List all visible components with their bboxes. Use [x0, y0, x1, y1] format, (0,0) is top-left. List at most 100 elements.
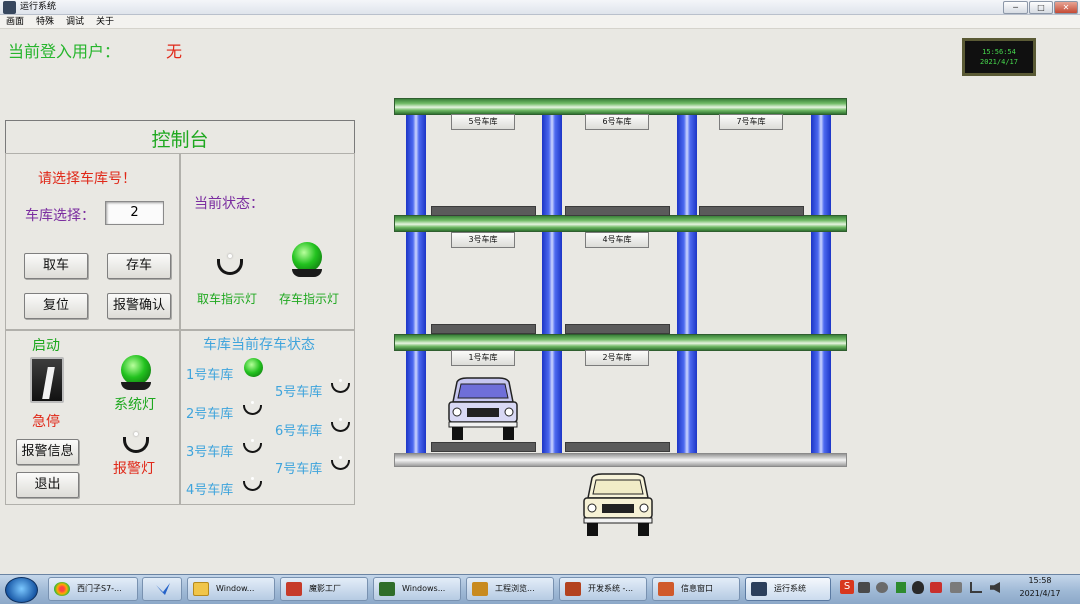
garage-3-status-label: 3号车库: [186, 445, 234, 460]
slot-label-5: 5号车库: [451, 114, 515, 130]
exit-button[interactable]: 退出: [16, 472, 79, 498]
close-button[interactable]: ✕: [1054, 1, 1078, 14]
menu-special[interactable]: 特殊: [36, 15, 54, 29]
platform-6: [565, 206, 670, 216]
store-indicator-label: 存车指示灯: [279, 292, 340, 306]
tray-shield-icon[interactable]: [930, 582, 942, 593]
garage-6-status-label: 6号车库: [275, 424, 323, 439]
runtime-icon: [751, 582, 767, 596]
system-lamp-label: 系统灯: [114, 397, 156, 413]
minimize-button[interactable]: ─: [1003, 1, 1028, 14]
ground-floor: [394, 453, 847, 467]
garage-5-status-label: 5号车库: [275, 385, 323, 400]
column-3: [677, 108, 697, 460]
take-indicator-label: 取车指示灯: [197, 292, 258, 306]
taskbar-item-runtime-label: 运行系统: [774, 584, 806, 593]
alarm-info-button[interactable]: 报警信息: [16, 439, 79, 465]
garage-4-status-label: 4号车库: [186, 483, 234, 498]
menu-about[interactable]: 关于: [96, 15, 114, 29]
project-browser-icon: [472, 582, 488, 596]
tray-settings-icon[interactable]: [876, 582, 888, 593]
taskbar-item-project-browser-label: 工程浏览...: [495, 584, 535, 593]
column-2: [542, 108, 562, 460]
menu-bar: 画面 特殊 调试 关于: [0, 15, 1080, 29]
platform-7: [699, 206, 804, 216]
garage-1-status-label: 1号车库: [186, 368, 234, 383]
garage-select-input[interactable]: 2: [105, 201, 164, 225]
video-factory-icon: [286, 582, 302, 596]
tray-device-icon[interactable]: [950, 582, 962, 593]
slot-label-3: 3号车库: [451, 232, 515, 248]
platform-5: [431, 206, 536, 216]
tray-keyboard-icon[interactable]: [858, 582, 870, 593]
garage-1-status-lamp: [244, 358, 263, 377]
level-2-beam: [394, 334, 847, 351]
input-method-icon[interactable]: S: [840, 580, 854, 594]
dev-system-icon: [565, 582, 581, 596]
slot-label-2: 2号车库: [585, 350, 649, 366]
estop-label: 急停: [32, 414, 60, 430]
user-value: 无: [166, 42, 183, 61]
platform-3: [431, 324, 536, 334]
maximize-button[interactable]: □: [1029, 1, 1053, 14]
level-3-beam: [394, 215, 847, 232]
store-indicator-lamp: [292, 242, 322, 277]
system-lamp: [121, 355, 151, 390]
taskbar-item-project-browser[interactable]: 工程浏览...: [466, 577, 554, 601]
start-label: 启动: [32, 338, 60, 354]
menu-debug[interactable]: 调试: [66, 15, 84, 29]
take-car-button[interactable]: 取车: [24, 253, 88, 279]
taskbar-clock-time[interactable]: 15:58: [1010, 576, 1070, 585]
taskbar-item-dev-system[interactable]: 开发系统 -...: [559, 577, 647, 601]
taskbar-item-video-factory[interactable]: 魔影工厂: [280, 577, 368, 601]
start-stop-switch[interactable]: [30, 357, 64, 403]
app-icon: [3, 1, 16, 14]
column-4: [811, 108, 831, 460]
slot-label-6: 6号车库: [585, 114, 649, 130]
platform-4: [565, 324, 670, 334]
folder-icon: [193, 582, 209, 596]
clock-display: 15:56:54 2021/4/17: [962, 38, 1036, 76]
taskbar-item-info-window-label: 信息窗口: [681, 584, 713, 593]
info-window-icon: [658, 582, 674, 596]
garage-status-title: 车库当前存车状态: [203, 337, 315, 353]
roof-beam: [394, 98, 847, 115]
clock-date: 2021/4/17: [980, 58, 1018, 66]
column-1: [406, 108, 426, 460]
taskbar-item-explorer[interactable]: Window...: [187, 577, 275, 601]
taskbar-item-windows-label: Windows...: [402, 584, 446, 593]
tray-status-icon[interactable]: [896, 582, 906, 593]
slot-label-1: 1号车库: [451, 350, 515, 366]
taskbar-item-dev-system-label: 开发系统 -...: [588, 584, 634, 593]
taskbar-item-bird[interactable]: [142, 577, 182, 601]
bird-icon: [156, 583, 170, 595]
taskbar-item-siemens[interactable]: 西门子S7-...: [48, 577, 138, 601]
taskbar-item-windows[interactable]: Windows...: [373, 577, 461, 601]
qq-icon[interactable]: [912, 581, 924, 594]
taskbar-clock-date[interactable]: 2021/4/17: [1010, 589, 1070, 598]
taskbar-item-siemens-label: 西门子S7-...: [77, 584, 122, 593]
menu-screen[interactable]: 画面: [6, 15, 24, 29]
platform-1: [431, 442, 536, 452]
garage-2-status-label: 2号车库: [186, 407, 234, 422]
window-title: 运行系统: [20, 2, 57, 12]
parked-car: [448, 377, 518, 440]
slot-label-4: 4号车库: [585, 232, 649, 248]
title-bar: 运行系统 ─ □ ✕: [0, 0, 1080, 15]
reset-button[interactable]: 复位: [24, 293, 88, 319]
waiting-car: [583, 473, 653, 536]
alarm-confirm-button[interactable]: 报警确认: [107, 293, 171, 319]
alarm-lamp-label: 报警灯: [113, 461, 155, 477]
taskbar-item-explorer-label: Window...: [216, 584, 255, 593]
network-icon[interactable]: [970, 582, 982, 593]
terminal-icon: [379, 582, 395, 596]
platform-2: [565, 442, 670, 452]
select-label: 车库选择：: [25, 208, 95, 224]
taskbar-item-runtime[interactable]: 运行系统: [745, 577, 831, 601]
status-title: 当前状态：: [194, 196, 264, 212]
taskbar-item-info-window[interactable]: 信息窗口: [652, 577, 740, 601]
console-title: 控制台: [5, 120, 355, 154]
store-car-button[interactable]: 存车: [107, 253, 171, 279]
start-button[interactable]: [5, 577, 38, 603]
user-label: 当前登入用户：: [8, 42, 121, 61]
